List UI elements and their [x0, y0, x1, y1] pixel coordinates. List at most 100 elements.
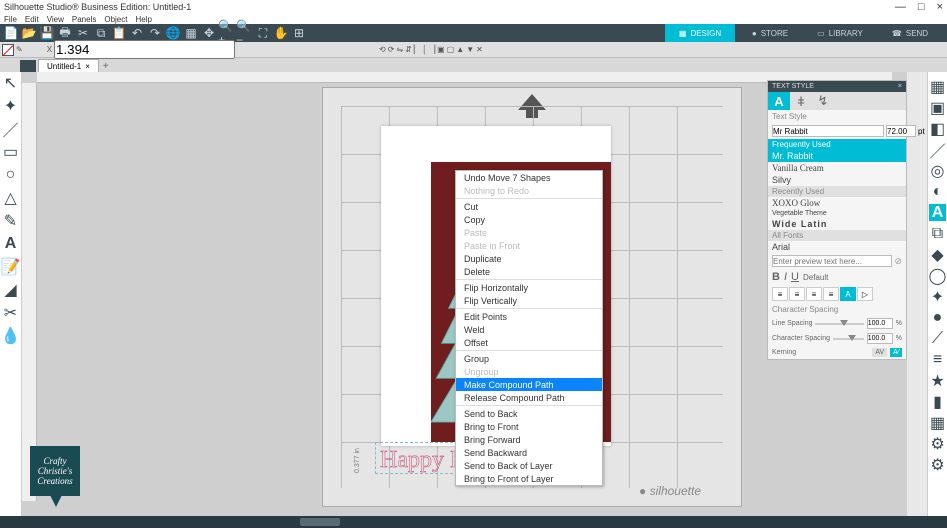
image-effects-icon[interactable]: ✦ — [929, 288, 946, 305]
swatch-icon[interactable] — [2, 44, 14, 56]
knife-tool-icon[interactable]: ✂ — [2, 304, 20, 321]
polygon-tool-icon[interactable]: △ — [2, 189, 20, 206]
align-center-button[interactable]: ≡ — [789, 287, 805, 301]
pixscan-icon[interactable]: ▣ — [929, 99, 946, 116]
italic-button[interactable]: I — [784, 271, 787, 283]
modify-panel-icon[interactable]: ◆ — [929, 246, 946, 263]
sketch-icon[interactable]: ⟋ — [929, 330, 946, 347]
context-release-compound-path[interactable]: Release Compound Path — [456, 391, 602, 404]
align-center-icon[interactable]: │ — [422, 45, 427, 54]
pan-icon[interactable]: ✋ — [272, 24, 290, 42]
scroll-handle[interactable] — [300, 518, 340, 526]
ungroup-icon[interactable]: ▢ — [447, 45, 455, 54]
kerning-auto-button[interactable]: A⁄ — [890, 348, 902, 357]
font-size-input[interactable] — [886, 125, 916, 137]
minimize-icon[interactable]: — — [895, 1, 906, 13]
offset-panel-icon[interactable]: ◯ — [929, 267, 946, 284]
eyedrop-tool-icon[interactable]: 💧 — [2, 327, 20, 344]
textstyle-tab-spacing[interactable]: ǂ — [790, 92, 812, 110]
rotate-left-icon[interactable]: ⟲ — [379, 45, 386, 54]
textstyle-tab-a[interactable]: A — [768, 92, 790, 110]
char-spacing-slider[interactable] — [833, 338, 864, 340]
font-wide-latin[interactable]: Wide Latin — [768, 218, 906, 230]
tab-library[interactable]: ▭ LIBRARY — [805, 24, 875, 42]
kerning-av-button[interactable]: AV — [872, 348, 887, 357]
rhinestone-icon[interactable]: ● — [929, 309, 946, 326]
x-input[interactable] — [54, 40, 235, 59]
context-bring-to-front-of-layer[interactable]: Bring to Front of Layer — [456, 472, 602, 485]
line-spacing-slider[interactable] — [815, 323, 863, 325]
page-setup-icon[interactable]: ▦ — [929, 78, 946, 95]
new-icon[interactable]: 📄 — [2, 24, 20, 42]
menu-object[interactable]: Object — [104, 15, 127, 24]
context-bring-to-front[interactable]: Bring to Front — [456, 420, 602, 433]
text-vertical-button[interactable]: ▷ — [857, 287, 873, 301]
tab-close-icon[interactable]: × — [85, 62, 90, 71]
align-left-button[interactable]: ≡ — [772, 287, 788, 301]
line-panel-icon[interactable]: ／ — [929, 141, 946, 158]
font-mr-rabbit[interactable]: Mr. Rabbit — [768, 150, 906, 162]
style-default[interactable]: Default — [803, 273, 828, 282]
bold-button[interactable]: B — [772, 271, 780, 283]
menu-edit[interactable]: Edit — [25, 15, 39, 24]
tab-store[interactable]: ● STORE — [735, 24, 805, 42]
layer-icon[interactable]: ≡ — [929, 351, 946, 368]
replicate-panel-icon[interactable]: ⧉ — [929, 225, 946, 242]
delete-icon[interactable]: ✕ — [476, 45, 483, 54]
underline-button[interactable]: U — [791, 271, 799, 283]
addshape-icon[interactable]: ⊞ — [290, 24, 308, 42]
context-undo-move-7-shapes[interactable]: Undo Move 7 Shapes — [456, 171, 602, 184]
context-bring-forward[interactable]: Bring Forward — [456, 433, 602, 446]
context-send-backward[interactable]: Send Backward — [456, 446, 602, 459]
context-delete[interactable]: Delete — [456, 265, 602, 278]
zoomout-icon[interactable]: 🔍− — [236, 24, 254, 42]
line-spacing-input[interactable] — [867, 318, 893, 329]
document-tab[interactable]: Untitled-1 × — [38, 59, 99, 72]
context-edit-points[interactable]: Edit Points — [456, 310, 602, 323]
brush-icon[interactable]: ✎ — [16, 45, 23, 54]
font-silvy[interactable]: Silvy — [768, 174, 906, 186]
layout-icon[interactable] — [20, 60, 36, 72]
tile-icon[interactable]: ▦ — [929, 414, 946, 431]
open-icon[interactable]: 📂 — [20, 24, 38, 42]
front-icon[interactable]: ▲ — [456, 45, 464, 54]
edit-points-tool-icon[interactable]: ✦ — [2, 97, 20, 114]
panel-close-icon[interactable]: × — [898, 83, 902, 90]
tab-send[interactable]: ☎ SEND — [875, 24, 945, 42]
align-left-icon[interactable]: ▏ — [414, 45, 420, 54]
eraser-tool-icon[interactable]: ◢ — [2, 281, 20, 298]
char-spacing-input[interactable] — [867, 333, 893, 344]
note-tool-icon[interactable]: 📝 — [2, 258, 20, 275]
transform-panel-icon[interactable]: ◐ — [929, 183, 946, 200]
text-panel-icon[interactable]: A — [929, 204, 946, 221]
font-vegetable[interactable]: Vegetable Theme — [768, 209, 906, 218]
align-right-icon[interactable]: ▕ — [429, 45, 435, 54]
text-direction-button[interactable]: A — [840, 287, 856, 301]
rotate-right-icon[interactable]: ⟳ — [388, 45, 395, 54]
context-cut[interactable]: Cut — [456, 200, 602, 213]
back-icon[interactable]: ▼ — [466, 45, 474, 54]
flip-v-icon[interactable]: ⇵ — [405, 45, 412, 54]
font-name-input[interactable] — [772, 125, 884, 137]
context-group[interactable]: Group — [456, 352, 602, 365]
menu-file[interactable]: File — [4, 15, 17, 24]
line-tool-icon[interactable]: ／ — [2, 120, 20, 137]
font-vanilla-cream[interactable]: Vanilla Cream — [768, 162, 906, 174]
align-right-button[interactable]: ≡ — [806, 287, 822, 301]
font-arial[interactable]: Arial — [768, 241, 906, 253]
maximize-icon[interactable]: □ — [918, 1, 925, 13]
ellipse-tool-icon[interactable]: ○ — [2, 166, 20, 183]
trace-panel-icon[interactable]: ◎ — [929, 162, 946, 179]
preview-text-input[interactable] — [772, 255, 892, 267]
close-icon[interactable]: × — [937, 1, 943, 13]
tab-design[interactable]: ▦ DESIGN — [665, 24, 735, 42]
context-make-compound-path[interactable]: Make Compound Path — [456, 378, 602, 391]
context-duplicate[interactable]: Duplicate — [456, 252, 602, 265]
barcode-icon[interactable]: ▮ — [929, 393, 946, 410]
zoomfit-icon[interactable]: ⛶ — [254, 24, 272, 42]
context-send-to-back[interactable]: Send to Back — [456, 407, 602, 420]
puzzle-icon[interactable]: ⚙ — [929, 435, 946, 452]
context-copy[interactable]: Copy — [456, 213, 602, 226]
select-tool-icon[interactable]: ↖ — [2, 74, 20, 91]
rectangle-tool-icon[interactable]: ▭ — [2, 143, 20, 160]
